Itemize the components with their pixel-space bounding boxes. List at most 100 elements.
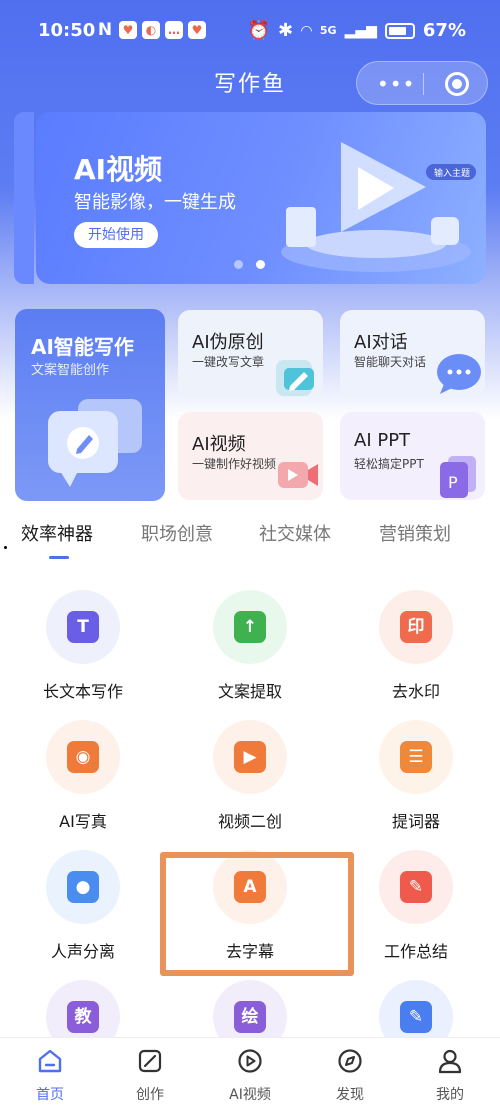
video-camera-icon xyxy=(278,462,318,488)
feature-card-ai-video[interactable]: AI视频 一键制作好视频 xyxy=(178,412,323,500)
banner[interactable]: AI视频 智能影像，一键生成 开始使用 输入主题 xyxy=(36,112,486,284)
feature-subtitle: 轻松搞定PPT xyxy=(354,457,424,471)
tool-label: 去水印 xyxy=(391,682,440,701)
tool-icon-circle: ✎ xyxy=(379,850,453,924)
carousel-dot[interactable] xyxy=(234,260,243,269)
status-right: ⏰ ✱ ◠ 5G ▂▄▆ 67% xyxy=(248,20,466,41)
app-notification-icon: ♥ xyxy=(188,21,206,39)
tool-label: 文案提取 xyxy=(217,682,282,701)
tool-icon-circle: ● xyxy=(46,850,120,924)
feature-title: AI智能写作 xyxy=(31,335,134,359)
chat-bubble-icon xyxy=(437,354,481,394)
folder-upload-icon: ↑ xyxy=(234,611,266,643)
teach-icon: 教 xyxy=(67,1001,99,1033)
tool-label: 长文本写作 xyxy=(42,682,123,701)
carousel-dot-active[interactable] xyxy=(256,260,265,269)
voice-icon: ● xyxy=(67,871,99,903)
alarm-icon: ⏰ xyxy=(247,20,271,41)
network-label: 5G xyxy=(319,24,337,37)
battery-level: 67% xyxy=(422,20,466,41)
tab-marketing[interactable]: 营销策划 xyxy=(379,520,451,546)
tool-label: 提词器 xyxy=(391,812,440,831)
more-dots-icon[interactable]: ••• xyxy=(377,72,415,96)
banner-start-button[interactable]: 开始使用 xyxy=(74,222,158,248)
tab-efficiency[interactable]: 效率神器 xyxy=(21,520,93,546)
tool-label: AI写真 xyxy=(59,812,107,831)
nav-label: 首页 xyxy=(36,1087,64,1103)
nfc-icon: N xyxy=(97,20,113,40)
tool-item[interactable]: ✎ 工作总结 xyxy=(346,850,486,962)
tool-item[interactable]: ▶ 视频二创 xyxy=(180,720,320,832)
tool-item[interactable]: 印去水印 xyxy=(346,590,486,702)
nav-discover[interactable]: 发现 xyxy=(300,1048,400,1104)
status-bar: 10:50 N ♥ ◐ … ♥ ⏰ ✱ ◠ 5G ▂▄▆ 67% xyxy=(0,0,500,62)
tool-item[interactable]: T 长文本写作 xyxy=(13,590,153,702)
tool-item[interactable]: ● 人声分离 xyxy=(13,850,153,962)
bottom-navigation: 首页 创作 AI视频 发现 我的 xyxy=(0,1037,500,1107)
tool-item[interactable]: ◉ AI写真 xyxy=(13,720,153,832)
svg-text:P: P xyxy=(448,473,458,492)
profile-icon xyxy=(438,1049,462,1074)
tool-label: 人声分离 xyxy=(50,942,115,961)
home-icon xyxy=(38,1049,62,1073)
target-icon[interactable] xyxy=(445,72,469,96)
video-icon xyxy=(238,1049,262,1073)
feature-subtitle: 文案智能创作 xyxy=(31,363,110,378)
teleprompter-icon: ☰ xyxy=(400,741,432,773)
tab-workplace[interactable]: 职场创意 xyxy=(141,520,213,546)
battery-icon xyxy=(384,22,415,39)
doc-edit-icon: ✎ xyxy=(400,1001,432,1033)
feature-card-chat[interactable]: AI对话 智能聊天对话 xyxy=(340,310,485,398)
feature-card-ai-writing[interactable]: AI智能写作 文案智能创作 xyxy=(15,309,165,501)
chat-bubble-pen-icon xyxy=(48,399,142,487)
nav-label: 我的 xyxy=(436,1087,464,1103)
nav-profile[interactable]: 我的 xyxy=(400,1048,500,1104)
wifi-icon: ◠ xyxy=(301,22,312,39)
edit-doc-icon: ✎ xyxy=(400,871,432,903)
edit-icon xyxy=(276,360,314,396)
app-notification-icon: ◐ xyxy=(142,21,160,39)
nav-label: AI视频 xyxy=(229,1087,271,1103)
app-notification-icon: ♥ xyxy=(119,21,137,39)
bluetooth-icon: ✱ xyxy=(278,20,294,41)
feature-subtitle: 一键制作好视频 xyxy=(192,457,277,471)
feature-title: AI视频 xyxy=(192,434,246,455)
signal-icon: ▂▄▆ xyxy=(344,22,377,39)
tool-icon-circle: 印 xyxy=(379,590,453,664)
tool-icon-circle: ▶ xyxy=(213,720,287,794)
banner-title: AI视频 xyxy=(74,153,163,186)
tab-social-media[interactable]: 社交媒体 xyxy=(259,520,331,546)
illustration-tag: 输入主题 xyxy=(434,167,470,179)
tool-item[interactable]: ↑ 文案提取 xyxy=(180,590,320,702)
ppt-file-icon: P xyxy=(440,456,476,498)
nav-ai-video[interactable]: AI视频 xyxy=(200,1048,300,1104)
tool-label: 视频二创 xyxy=(217,812,282,831)
tool-icon-circle: T xyxy=(46,590,120,664)
long-text-icon: T xyxy=(67,611,99,643)
tool-label: 工作总结 xyxy=(383,942,448,961)
banner-subtitle: 智能影像，一键生成 xyxy=(74,192,236,213)
miniapp-capsule: ••• xyxy=(356,61,488,105)
feature-card-ai-ppt[interactable]: AI PPT 轻松搞定PPT P xyxy=(340,412,485,500)
feature-subtitle: 一键改写文章 xyxy=(192,355,265,369)
highlight-box xyxy=(160,852,354,976)
feature-card-rewrite[interactable]: AI伪原创 一键改写文章 xyxy=(178,310,323,398)
active-tab-indicator xyxy=(49,556,69,559)
banner-previous-slide[interactable] xyxy=(14,112,34,284)
feature-title: AI伪原创 xyxy=(192,332,264,353)
nav-create[interactable]: 创作 xyxy=(100,1048,200,1104)
tool-icon-circle: ☰ xyxy=(379,720,453,794)
nav-home[interactable]: 首页 xyxy=(0,1048,100,1104)
feature-title: AI PPT xyxy=(354,430,411,451)
video-play-illustration: 输入主题 xyxy=(281,142,476,272)
nav-label: 发现 xyxy=(336,1087,364,1103)
notification-icons: N ♥ ◐ … ♥ xyxy=(96,21,206,39)
create-icon xyxy=(138,1049,162,1073)
category-tabs: 效率神器 职场创意 社交媒体 营销策划 xyxy=(0,520,500,560)
play-icon: ▶ xyxy=(234,741,266,773)
tool-icon-circle: ↑ xyxy=(213,590,287,664)
tool-item[interactable]: ☰ 提词器 xyxy=(346,720,486,832)
capsule-divider xyxy=(423,73,424,95)
feature-title: AI对话 xyxy=(354,332,408,353)
stamp-icon: 印 xyxy=(400,611,432,643)
